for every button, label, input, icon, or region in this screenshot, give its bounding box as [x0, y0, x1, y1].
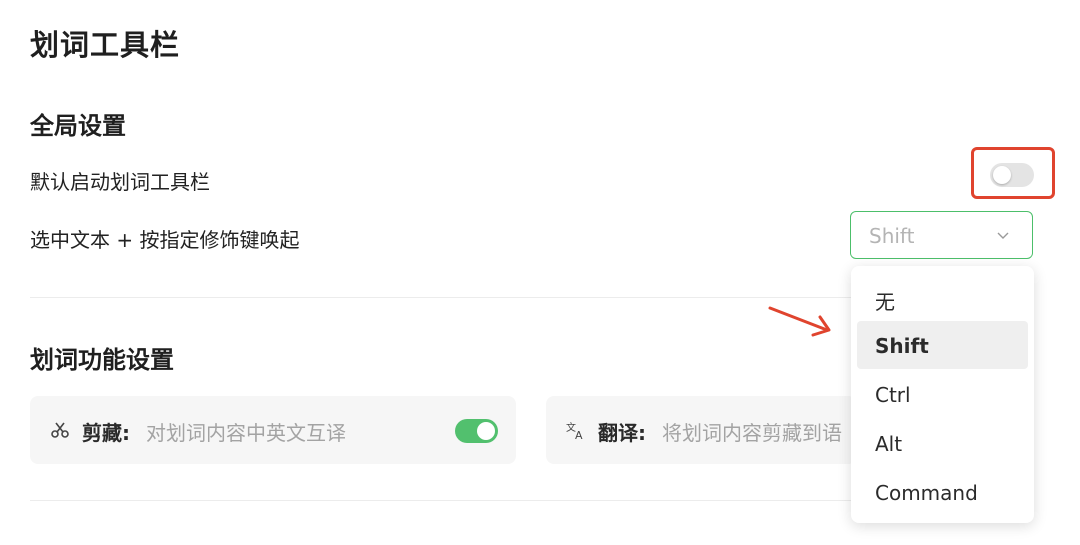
feature-name: 剪藏: — [82, 421, 130, 445]
feature-name: 翻译: — [598, 421, 646, 445]
dropdown-option[interactable]: 无 — [857, 273, 1028, 321]
modifier-key-label: 选中文本 + 按指定修饰键唤起 — [30, 228, 300, 252]
default-enable-label: 默认启动划词工具栏 — [30, 170, 210, 194]
clip-toggle[interactable] — [455, 419, 498, 443]
feature-card-translate[interactable]: 文 A 翻译: 将划词内容剪藏到语 — [546, 396, 856, 464]
annotation-arrow-icon — [768, 306, 831, 337]
chevron-down-icon — [997, 232, 1009, 239]
feature-card-clip[interactable]: 剪藏: 对划词内容中英文互译 — [30, 396, 516, 464]
feature-description: 对划词内容中英文互译 — [146, 421, 346, 445]
toggle-knob — [993, 166, 1011, 184]
page-title: 划词工具栏 — [30, 28, 181, 62]
feature-settings-heading: 划词功能设置 — [30, 346, 174, 374]
modifier-key-value: Shift — [869, 224, 915, 248]
global-settings-heading: 全局设置 — [30, 112, 126, 140]
dropdown-option[interactable]: Ctrl — [857, 370, 1028, 418]
svg-text:A: A — [575, 429, 583, 440]
dropdown-option[interactable]: Command — [857, 468, 1028, 516]
dropdown-option[interactable]: Alt — [857, 419, 1028, 467]
scissors-icon — [51, 422, 69, 438]
default-enable-toggle[interactable] — [990, 163, 1034, 187]
translate-icon: 文 A — [566, 421, 583, 440]
modifier-key-select[interactable]: Shift — [850, 211, 1033, 259]
modifier-key-dropdown-menu: 无 Shift Ctrl Alt Command — [851, 266, 1034, 523]
dropdown-option-selected[interactable]: Shift — [857, 321, 1028, 369]
feature-description: 将划词内容剪藏到语 — [662, 421, 842, 445]
toggle-knob — [477, 422, 495, 440]
